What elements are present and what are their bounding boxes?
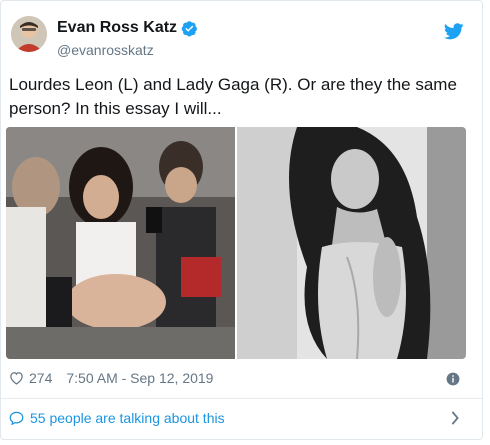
photo-left[interactable] <box>6 127 235 359</box>
chevron-right-icon[interactable] <box>450 411 460 425</box>
avatar[interactable] <box>11 16 47 52</box>
tweet-timestamp[interactable]: 7:50 AM - Sep 12, 2019 <box>66 370 213 386</box>
like-count[interactable]: 274 <box>29 370 52 386</box>
tweet-card: Evan Ross Katz @evanrosskatz Lourdes Leo… <box>0 0 483 440</box>
conversation-link[interactable]: 55 people are talking about this <box>9 410 225 426</box>
author-handle[interactable]: @evanrosskatz <box>57 42 154 58</box>
tweet-text: Lourdes Leon (L) and Lady Gaga (R). Or a… <box>9 75 457 118</box>
photo-right[interactable] <box>237 127 466 359</box>
heart-icon[interactable] <box>9 371 24 385</box>
twitter-bird-icon[interactable] <box>444 23 464 40</box>
tweet-meta: 274 7:50 AM - Sep 12, 2019 <box>9 370 213 386</box>
author-name[interactable]: Evan Ross Katz <box>57 19 177 37</box>
divider <box>1 398 482 399</box>
info-icon[interactable] <box>446 372 460 386</box>
tweet-media <box>6 127 466 359</box>
verified-badge-icon <box>181 20 197 36</box>
author-name-row[interactable]: Evan Ross Katz <box>57 19 198 37</box>
conversation-text[interactable]: 55 people are talking about this <box>30 410 225 426</box>
comment-bubble-icon <box>9 411 24 425</box>
